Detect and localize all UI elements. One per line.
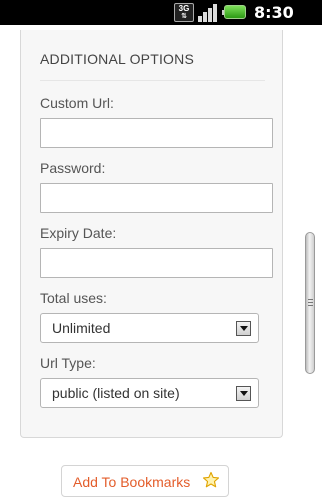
url-type-select[interactable]: public (listed on site) <box>40 378 259 408</box>
url-type-label: Url Type: <box>40 355 96 371</box>
data-arrows-icon: ⇅ <box>181 13 187 20</box>
password-label: Password: <box>40 160 106 176</box>
total-uses-value: Unlimited <box>52 320 111 336</box>
custom-url-input[interactable] <box>40 118 273 148</box>
dropdown-arrow-icon[interactable] <box>236 386 251 401</box>
additional-options-card: ADDITIONAL OPTIONS Custom Url: Password:… <box>20 30 283 438</box>
network-3g-icon: 3G ⇅ <box>174 3 194 22</box>
scrollbar-grip-icon <box>308 299 313 306</box>
expiry-date-input[interactable] <box>40 248 273 278</box>
password-input[interactable] <box>40 183 273 213</box>
battery-icon <box>222 5 246 19</box>
total-uses-select[interactable]: Unlimited <box>40 313 259 343</box>
expiry-date-label: Expiry Date: <box>40 225 117 241</box>
star-icon <box>202 471 220 488</box>
url-type-value: public (listed on site) <box>52 385 180 401</box>
add-to-bookmarks-label: Add To Bookmarks <box>73 474 191 490</box>
add-to-bookmarks-button[interactable]: Add To Bookmarks <box>61 465 229 497</box>
page-scrollbar[interactable] <box>305 232 315 374</box>
status-bar: 3G ⇅ 8:30 PM <box>0 0 322 41</box>
section-title: ADDITIONAL OPTIONS <box>40 51 194 67</box>
dropdown-arrow-icon[interactable] <box>236 321 251 336</box>
custom-url-label: Custom Url: <box>40 95 114 111</box>
network-type-label: 3G <box>178 4 190 13</box>
signal-strength-icon <box>198 3 220 22</box>
section-divider <box>40 80 265 81</box>
total-uses-label: Total uses: <box>40 290 107 306</box>
